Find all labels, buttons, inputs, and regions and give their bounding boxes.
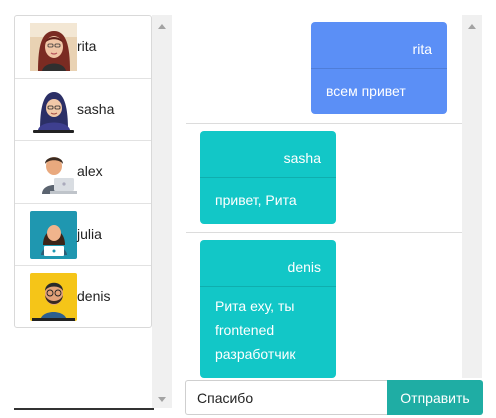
message-author: rita bbox=[311, 22, 447, 69]
julia-avatar bbox=[30, 210, 77, 259]
user-item-denis[interactable]: denis bbox=[15, 266, 151, 329]
denis-avatar bbox=[30, 273, 77, 321]
alex-avatar bbox=[30, 148, 77, 196]
message-text: привет, Рита bbox=[215, 192, 297, 208]
sasha-avatar bbox=[30, 85, 77, 134]
rita-avatar bbox=[30, 23, 77, 71]
user-list-bottom-border bbox=[14, 408, 154, 410]
user-name: rita bbox=[77, 38, 97, 54]
scroll-down-arrow-icon[interactable] bbox=[158, 397, 166, 402]
user-list: rita sasha alex julia denis bbox=[14, 15, 152, 328]
message-bubble: denis Рита еху, ты frontened разработчик bbox=[200, 240, 336, 378]
user-item-alex[interactable]: alex bbox=[15, 141, 151, 204]
message-bubble: sasha привет, Рита bbox=[200, 131, 336, 224]
user-item-sasha[interactable]: sasha bbox=[15, 79, 151, 141]
message-bubble: rita всем привет bbox=[311, 22, 447, 114]
scroll-up-arrow-icon[interactable] bbox=[158, 24, 166, 29]
chat-scrollbar[interactable] bbox=[462, 15, 482, 378]
user-item-rita[interactable]: rita bbox=[15, 16, 151, 79]
user-item-julia[interactable]: julia bbox=[15, 204, 151, 266]
user-name: alex bbox=[77, 163, 103, 179]
user-name: sasha bbox=[77, 100, 115, 117]
message-divider bbox=[186, 123, 462, 124]
message-text: Рита еху, ты frontened разработчик bbox=[215, 298, 296, 362]
message-input[interactable] bbox=[185, 380, 387, 415]
message-divider bbox=[186, 232, 462, 233]
message-author: sasha bbox=[200, 131, 336, 178]
user-name: denis bbox=[77, 288, 111, 304]
chat-messages: rita всем привет sasha привет, Рита deni… bbox=[186, 15, 462, 378]
user-list-scrollbar[interactable] bbox=[152, 15, 172, 408]
send-button[interactable]: Отправить bbox=[387, 380, 483, 415]
message-author: denis bbox=[200, 240, 336, 287]
scroll-up-arrow-icon[interactable] bbox=[468, 24, 476, 29]
message-text: всем привет bbox=[326, 83, 406, 99]
user-name: julia bbox=[77, 225, 102, 242]
